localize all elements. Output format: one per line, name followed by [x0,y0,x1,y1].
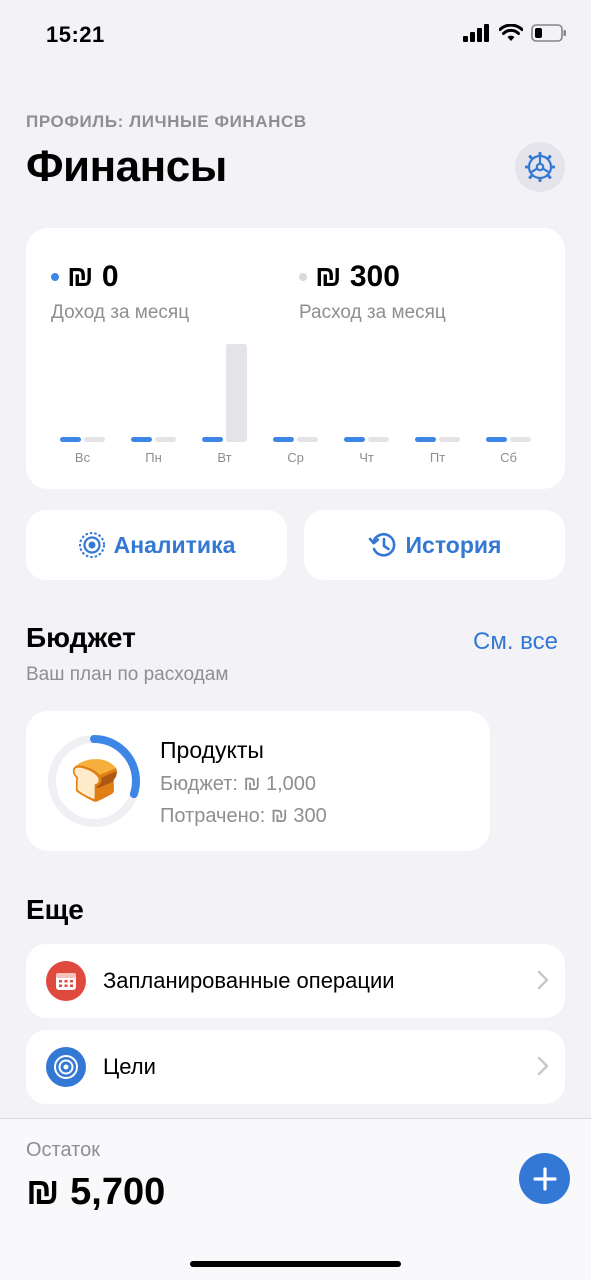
calendar-icon [46,961,86,1001]
battery-icon [531,24,566,42]
analytics-label: Аналитика [113,531,236,558]
chart-bar-income [273,437,294,442]
plus-icon [532,1166,557,1191]
wifi-icon [499,24,523,41]
bottom-bar: Остаток ₪ 5,700 [0,1118,591,1280]
balance-label: Остаток [26,1139,100,1161]
chart-bar-expense [439,437,460,442]
balance-value: ₪ 5,700 [26,1171,166,1213]
chart-bar-expense [226,344,247,442]
list-item-label: Запланированные операции [103,968,395,993]
chart-bar-expense [155,437,176,442]
expense-dot [299,273,307,281]
chart-bar-income [415,437,436,442]
chart-bar-income [60,437,81,442]
settings-button[interactable] [515,142,565,192]
chart-bar-income [131,437,152,442]
chart-bar-expense [297,437,318,442]
home-indicator [190,1261,401,1267]
status-icons [463,24,567,42]
history-button[interactable]: История [304,510,565,580]
weekly-chart: Вс Пн Вт Ср Чт Пт Сб [60,344,531,465]
add-button[interactable] [519,1153,570,1204]
list-item-label: Цели [103,1054,156,1079]
see-all-link[interactable]: См. все [473,628,558,656]
chart-bar-income [344,437,365,442]
chart-tick-label: Пн [145,450,162,465]
chart-tick-label: Сб [500,450,517,465]
chevron-right-icon [537,970,549,990]
chart-bar-expense [510,437,531,442]
income-dot [51,273,59,281]
gear-icon [525,152,555,182]
summary-card: ₪ 0 Доход за месяц ₪ 300 Расход за месяц… [26,228,565,489]
chart-bar-income [202,437,223,442]
history-clock-icon [368,533,395,557]
history-label: История [405,531,502,558]
budget-card-products[interactable]: 🍞 Продукты Бюджет: ₪ 1,000 Потрачено: ₪ … [26,711,490,851]
page-title: Финансы [26,142,227,191]
analytics-button[interactable]: Аналитика [26,510,287,580]
chart-bar-expense [368,437,389,442]
list-item-goals[interactable]: Цели [26,1030,565,1104]
chart-tick-label: Вт [217,450,231,465]
budget-amount: Бюджет: ₪ 1,000 [160,773,317,795]
income-value: ₪ 0 [67,260,119,293]
chevron-right-icon [537,1056,549,1076]
signal-icon [463,24,489,42]
list-item-scheduled[interactable]: Запланированные операции [26,944,565,1018]
status-bar: 15:21 [0,0,591,70]
more-section-title: Еще [26,894,84,925]
chart-bar-expense [84,437,105,442]
chart-tick-label: Пт [430,450,445,465]
budget-section-title: Бюджет [26,622,136,653]
chart-tick-label: Вс [75,450,91,465]
budget-item-name: Продукты [160,737,264,763]
chart-tick-label: Ср [287,450,304,465]
budget-spent: Потрачено: ₪ 300 [160,805,327,827]
budget-subtitle: Ваш план по расходам [26,664,229,685]
expense-value: ₪ 300 [315,260,400,293]
bread-icon: 🍞 [70,759,120,803]
income-stat: ₪ 0 Доход за месяц [51,260,189,324]
target-icon [46,1047,86,1087]
chart-bar-income [486,437,507,442]
income-label: Доход за месяц [51,302,190,323]
target-icon [78,532,105,558]
expense-stat: ₪ 300 Расход за месяц [299,260,446,324]
chart-tick-label: Чт [359,450,374,465]
profile-label: ПРОФИЛЬ: ЛИЧНЫЕ ФИНАНСВ [26,112,307,131]
status-time: 15:21 [46,22,105,47]
expense-label: Расход за месяц [299,302,446,323]
